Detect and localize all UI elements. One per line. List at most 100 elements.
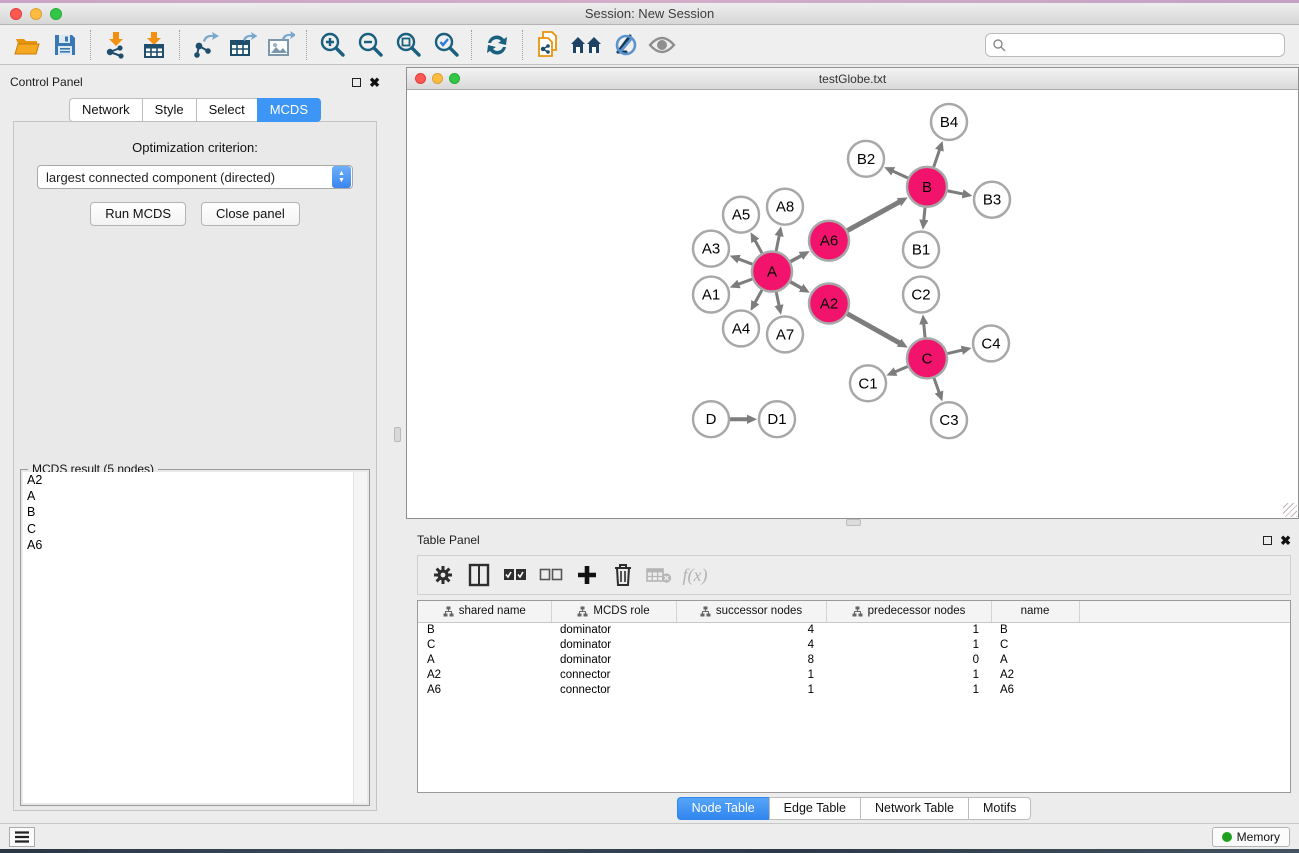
table-row[interactable]: A2connector11A2 — [418, 668, 1290, 683]
select-all-button[interactable] — [500, 560, 530, 590]
vertical-split-divider[interactable] — [390, 65, 406, 823]
save-session-button[interactable] — [46, 28, 84, 62]
graph-edge-A-A2[interactable] — [790, 282, 802, 289]
graph-edge-A-A1[interactable] — [738, 279, 752, 284]
cell: A6 — [991, 683, 1079, 698]
search-input[interactable] — [1006, 38, 1278, 52]
cell: connector — [551, 668, 676, 683]
tab-edge-table[interactable]: Edge Table — [769, 797, 860, 820]
mcds-result-item[interactable]: B — [23, 504, 353, 520]
table-row[interactable]: Bdominator41B — [418, 622, 1290, 638]
add-column-button[interactable] — [572, 560, 602, 590]
graph-edge-B-B3[interactable] — [948, 191, 964, 194]
window-title: Session: New Session — [0, 6, 1299, 21]
float-panel-icon[interactable] — [352, 78, 361, 87]
import-network-button[interactable] — [97, 28, 135, 62]
tab-network[interactable]: Network — [69, 98, 142, 122]
tab-mcds[interactable]: MCDS — [257, 98, 321, 122]
graph-edge-C-C3[interactable] — [934, 378, 939, 393]
graph-edge-A-A8[interactable] — [776, 235, 779, 251]
export-table-icon — [229, 31, 257, 59]
network-graph[interactable]: B4B2BB3A8A5A6A3B1AA1C2A2A4A7C4CC1DD1C3 — [407, 90, 1298, 518]
clone-network-button[interactable] — [529, 28, 567, 62]
memory-button[interactable]: Memory — [1212, 827, 1290, 847]
graph-edge-A-A6[interactable] — [790, 255, 801, 261]
table-settings-button[interactable] — [428, 560, 458, 590]
delete-column-button[interactable] — [608, 560, 638, 590]
zoom-fit-button[interactable] — [389, 28, 427, 62]
hide-labels-button[interactable] — [605, 28, 643, 62]
table-toolbar: f(x) — [417, 555, 1291, 595]
column-header-predecessor-nodes[interactable]: predecessor nodes — [826, 601, 991, 622]
graph-edge-A-A4[interactable] — [755, 290, 762, 303]
import-table-button[interactable] — [135, 28, 173, 62]
divider-handle[interactable] — [846, 519, 861, 526]
float-panel-icon[interactable] — [1263, 536, 1272, 545]
show-details-button[interactable] — [643, 28, 681, 62]
export-network-button[interactable] — [186, 28, 224, 62]
zoom-in-button[interactable] — [313, 28, 351, 62]
clone-network-icon — [535, 30, 561, 60]
table-row[interactable]: A6connector11A6 — [418, 683, 1290, 698]
function-builder-button[interactable]: f(x) — [680, 560, 710, 590]
main-toolbar — [0, 25, 1299, 65]
graph-edge-B-B1[interactable] — [924, 208, 925, 221]
horizontal-split-divider[interactable] — [406, 519, 1299, 527]
tab-motifs[interactable]: Motifs — [968, 797, 1031, 820]
search-box[interactable] — [985, 33, 1285, 57]
graph-node-label-B2: B2 — [857, 151, 875, 168]
graph-edge-B-B4[interactable] — [934, 149, 940, 167]
graph-edge-B-B2[interactable] — [892, 171, 908, 178]
cell: A — [418, 653, 551, 668]
tab-network-table[interactable]: Network Table — [860, 797, 968, 820]
deselect-all-button[interactable] — [536, 560, 566, 590]
open-folder-icon — [14, 33, 41, 57]
close-panel-icon[interactable]: ✖ — [1280, 536, 1291, 545]
column-header-name[interactable]: name — [991, 601, 1079, 622]
graph-edge-A6-B[interactable] — [847, 202, 899, 231]
table-row[interactable]: Adominator80A — [418, 653, 1290, 668]
houses-button[interactable] — [567, 28, 605, 62]
table-row[interactable]: Cdominator41C — [418, 638, 1290, 653]
column-header-successor-nodes[interactable]: successor nodes — [676, 601, 826, 622]
zoom-out-button[interactable] — [351, 28, 389, 62]
close-panel-button[interactable]: Close panel — [201, 202, 300, 226]
mcds-result-item[interactable]: C — [23, 521, 353, 537]
graph-edge-C-C1[interactable] — [895, 367, 908, 372]
column-header-shared-name[interactable]: shared name — [418, 601, 551, 622]
window-resize-grip[interactable] — [1283, 503, 1297, 517]
graph-edge-C-C4[interactable] — [947, 350, 962, 354]
run-mcds-button[interactable]: Run MCDS — [90, 202, 186, 226]
network-canvas[interactable]: B4B2BB3A8A5A6A3B1AA1C2A2A4A7C4CC1DD1C3 — [407, 90, 1298, 518]
divider-handle[interactable] — [394, 427, 401, 442]
mcds-result-item[interactable]: A2 — [23, 472, 353, 488]
mcds-result-item[interactable]: A — [23, 488, 353, 504]
delete-table-button[interactable] — [644, 560, 674, 590]
mcds-result-scrollbar[interactable] — [354, 472, 367, 803]
graph-edge-A-A5[interactable] — [755, 240, 762, 253]
cell — [1079, 638, 1290, 653]
column-header-MCDS-role[interactable]: MCDS role — [551, 601, 676, 622]
open-session-button[interactable] — [8, 28, 46, 62]
mcds-result-item[interactable]: A6 — [23, 537, 353, 553]
delete-table-icon — [646, 566, 672, 584]
close-panel-icon[interactable]: ✖ — [369, 78, 380, 87]
refresh-layout-button[interactable] — [478, 28, 516, 62]
zoom-selected-button[interactable] — [427, 28, 465, 62]
mcds-result-list[interactable]: A2ABCA6 — [23, 472, 354, 803]
task-history-button[interactable] — [9, 827, 35, 847]
graph-edge-C-C2[interactable] — [924, 323, 925, 337]
export-table-button[interactable] — [224, 28, 262, 62]
status-bar: Memory — [0, 823, 1299, 849]
graph-node-label-A: A — [767, 264, 777, 281]
graph-edge-A2-C[interactable] — [847, 314, 900, 343]
graph-edge-A-A3[interactable] — [738, 259, 752, 264]
tab-style[interactable]: Style — [142, 98, 196, 122]
criterion-dropdown[interactable]: largest connected component (directed) ▲… — [37, 165, 353, 189]
show-columns-button[interactable] — [464, 560, 494, 590]
criterion-value: largest connected component (directed) — [38, 170, 332, 185]
export-image-button[interactable] — [262, 28, 300, 62]
graph-edge-A-A7[interactable] — [776, 292, 779, 306]
tab-select[interactable]: Select — [196, 98, 257, 122]
tab-node-table[interactable]: Node Table — [677, 797, 769, 820]
